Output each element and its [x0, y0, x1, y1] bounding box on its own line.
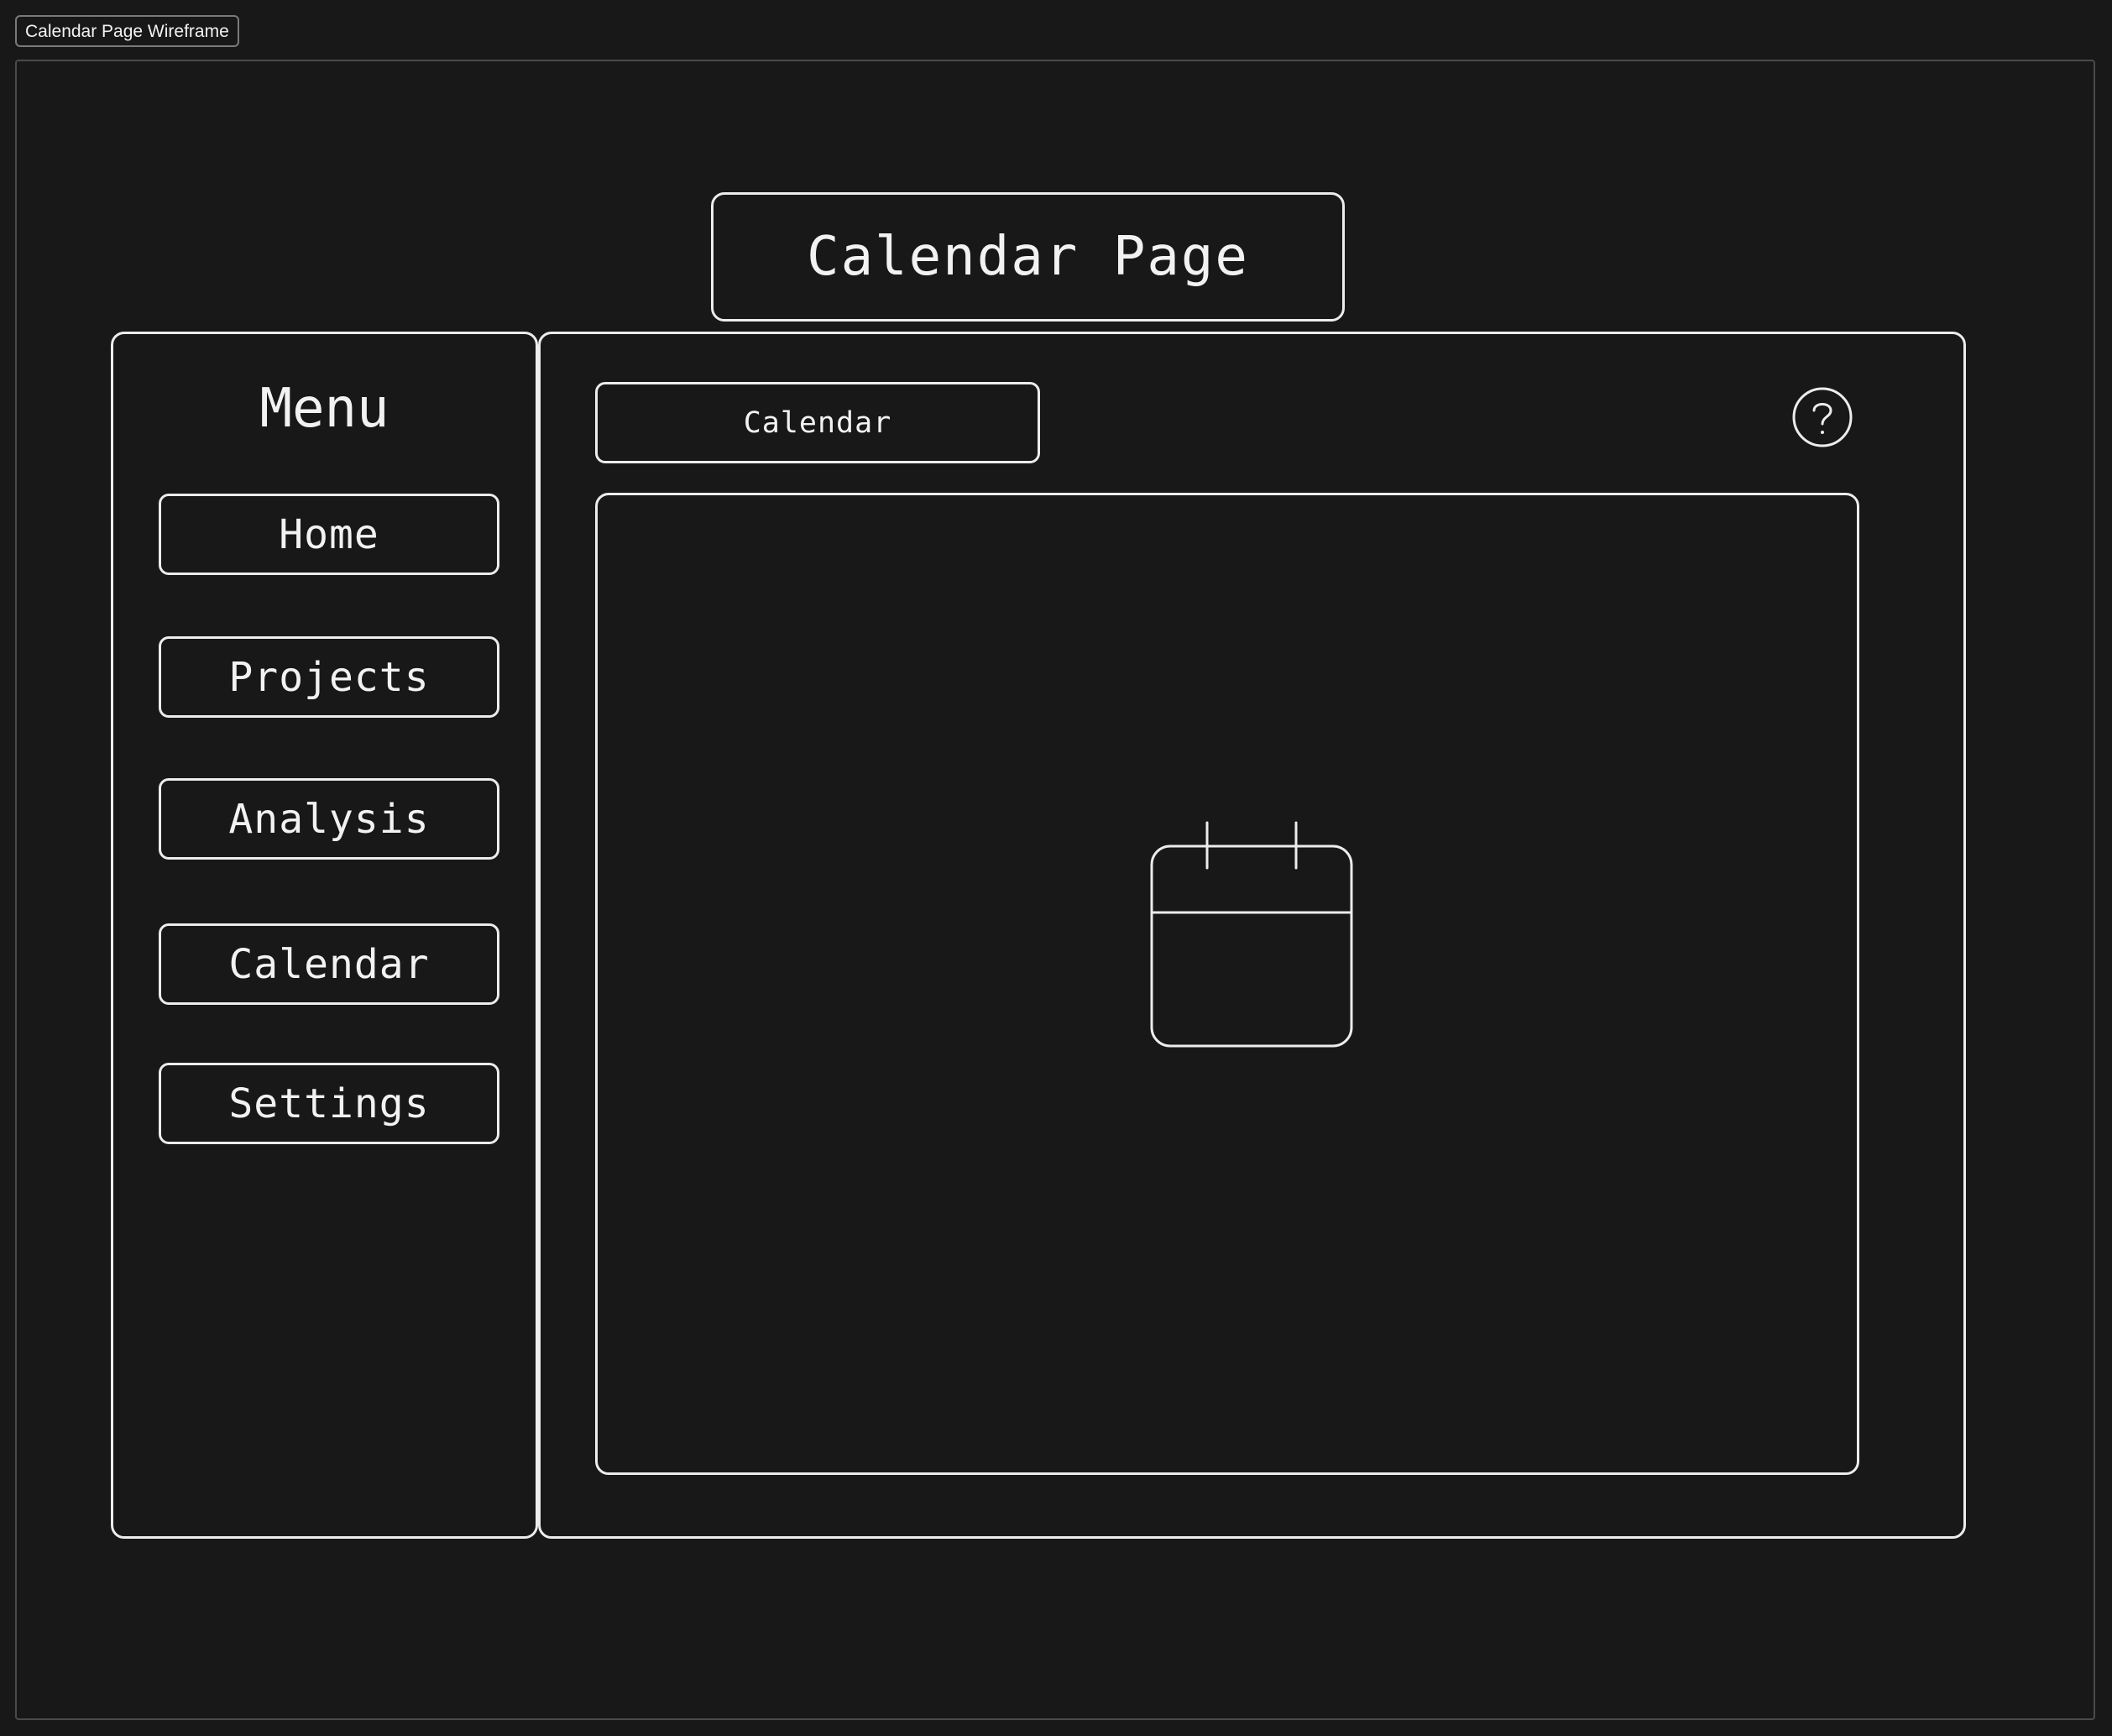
calendar-icon	[1148, 821, 1355, 1049]
sidebar-item-calendar[interactable]: Calendar	[159, 923, 499, 1005]
question-circle-icon[interactable]	[1791, 386, 1853, 448]
menu-title: Menu	[259, 378, 389, 440]
page-title: Calendar Page	[711, 192, 1345, 322]
tab-calendar[interactable]: Calendar	[595, 382, 1040, 463]
sidebar-item-settings[interactable]: Settings	[159, 1063, 499, 1144]
sidebar-item-analysis[interactable]: Analysis	[159, 778, 499, 860]
frame-label: Calendar Page Wireframe	[15, 15, 239, 47]
sidebar-item-projects[interactable]: Projects	[159, 636, 499, 718]
sidebar-item-home[interactable]: Home	[159, 494, 499, 575]
